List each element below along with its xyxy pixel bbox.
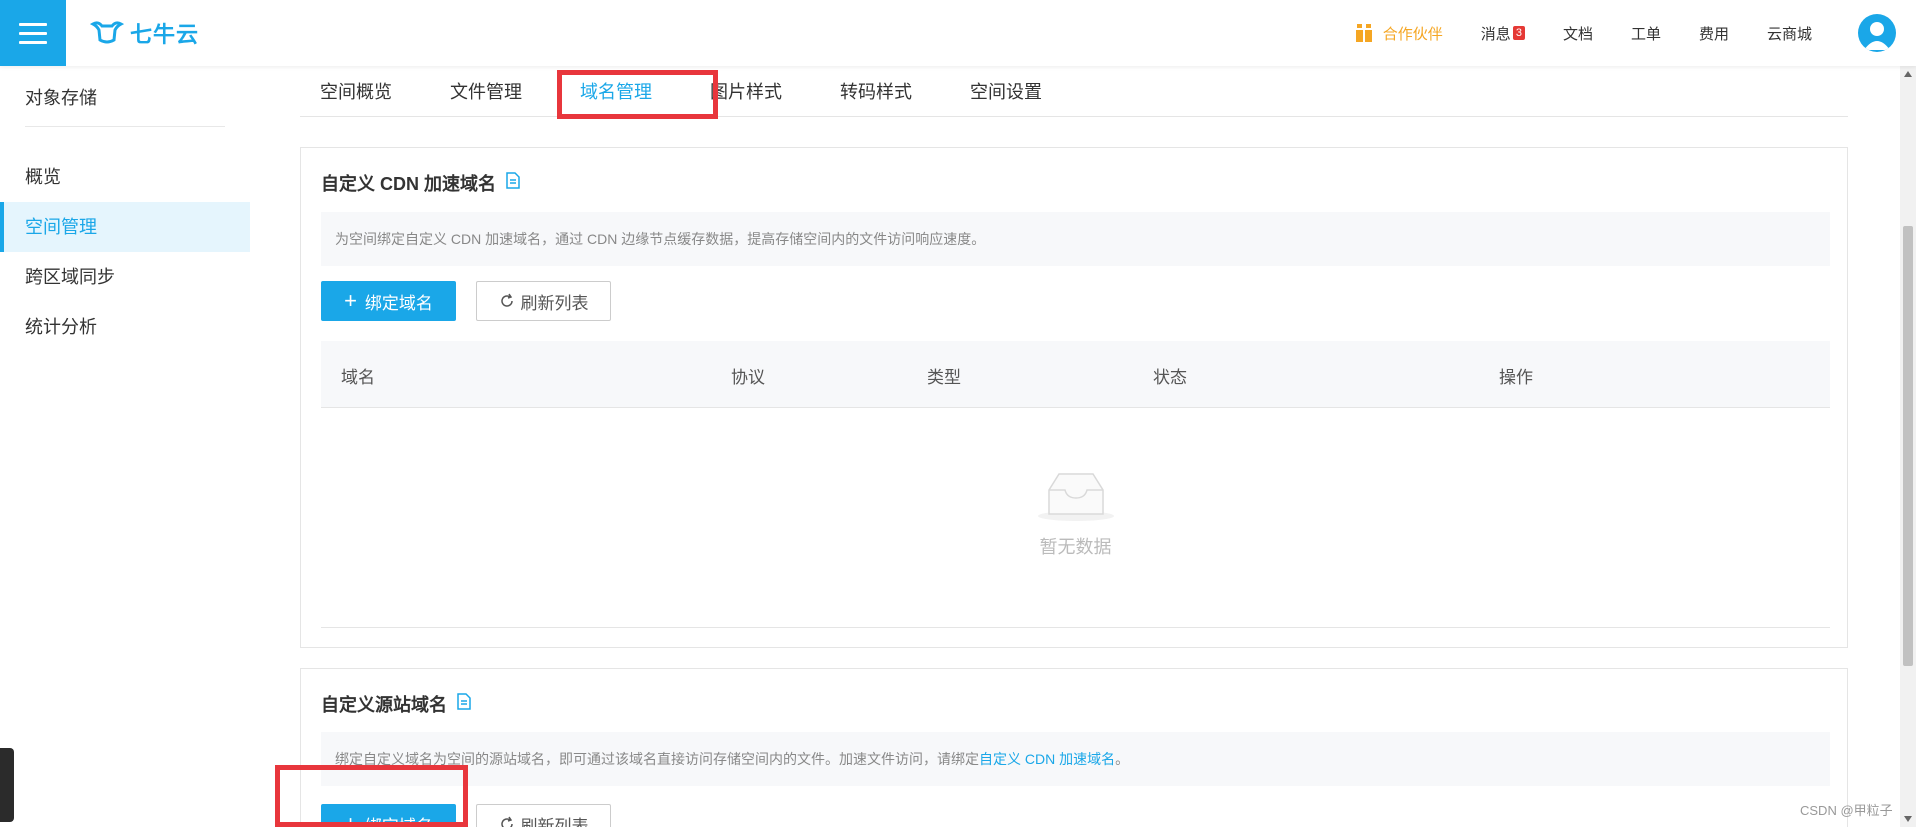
- tab-domain-management[interactable]: 域名管理: [580, 78, 652, 104]
- column-protocol: 协议: [731, 368, 765, 387]
- refresh-icon: [500, 816, 513, 827]
- cdn-card-info: 为空间绑定自定义 CDN 加速域名，通过 CDN 边缘节点缓存数据，提高存储空间…: [321, 212, 1830, 266]
- sidebar: 对象存储 概览 空间管理 跨区域同步 统计分析: [0, 66, 250, 827]
- tab-image-styles[interactable]: 图片样式: [710, 78, 782, 104]
- plus-icon: +: [344, 288, 357, 313]
- main-content: 空间概览 文件管理 域名管理 图片样式 转码样式 空间设置 自定义 CDN 加速…: [250, 66, 1900, 827]
- sidebar-item-cross-region-sync[interactable]: 跨区域同步: [0, 252, 250, 302]
- scrollbar[interactable]: [1900, 66, 1916, 827]
- nav-billing[interactable]: 费用: [1699, 23, 1729, 44]
- cdn-domain-link[interactable]: 自定义 CDN 加速域名: [979, 751, 1115, 767]
- source-card-info: 绑定自定义域名为空间的源站域名，即可通过该域名直接访问存储空间内的文件。加速文件…: [321, 732, 1830, 786]
- tab-file-management[interactable]: 文件管理: [450, 78, 522, 104]
- source-info-suffix: 。: [1115, 751, 1130, 767]
- watermark: CSDN @甲粒子: [1800, 803, 1893, 818]
- source-card-title: 自定义源站域名: [321, 691, 471, 717]
- tab-bucket-overview[interactable]: 空间概览: [320, 78, 392, 104]
- user-icon: [1864, 22, 1890, 50]
- messages-badge: 3: [1512, 26, 1525, 40]
- cdn-card-title: 自定义 CDN 加速域名: [321, 170, 520, 196]
- nav-messages-label: 消息: [1480, 25, 1511, 43]
- bind-domain-label: 绑定域名: [364, 293, 433, 313]
- sidebar-item-overview[interactable]: 概览: [0, 152, 250, 202]
- nav-partner[interactable]: 合作伙伴: [1355, 23, 1443, 44]
- sidebar-divider: [25, 126, 225, 127]
- menu-icon[interactable]: [0, 0, 66, 66]
- empty-inbox-icon: [1037, 473, 1114, 521]
- bind-source-domain-button[interactable]: + 绑定域名: [321, 804, 456, 827]
- refresh-source-list-label: 刷新列表: [520, 816, 589, 827]
- scroll-down-icon[interactable]: [1904, 816, 1912, 822]
- avatar[interactable]: [1858, 14, 1896, 52]
- tab-transcode-styles[interactable]: 转码样式: [840, 78, 912, 104]
- column-domain: 域名: [341, 368, 375, 387]
- source-info-text: 绑定自定义域名为空间的源站域名，即可通过该域名直接访问存储空间内的文件。加速文件…: [335, 751, 979, 767]
- sidebar-item-statistics[interactable]: 统计分析: [0, 302, 250, 352]
- sidebar-title: 对象存储: [25, 88, 97, 108]
- column-status: 状态: [1153, 368, 1187, 387]
- bind-domain-button[interactable]: + 绑定域名: [321, 281, 456, 321]
- side-widget[interactable]: [0, 748, 14, 822]
- scroll-thumb[interactable]: [1903, 226, 1913, 666]
- empty-state: 暂无数据: [321, 468, 1830, 559]
- source-domain-card: 自定义源站域名 绑定自定义域名为空间的源站域名，即可通过该域名直接访问存储空间内…: [300, 668, 1848, 827]
- gift-icon: [1355, 23, 1373, 43]
- refresh-list-label: 刷新列表: [520, 293, 589, 313]
- bind-source-domain-label: 绑定域名: [364, 816, 433, 827]
- sidebar-item-bucket-management[interactable]: 空间管理: [0, 202, 250, 252]
- nav-market[interactable]: 云商城: [1767, 23, 1812, 44]
- source-card-title-text: 自定义源站域名: [321, 695, 447, 715]
- plus-icon: +: [344, 811, 357, 827]
- top-bar: 七牛云 合作伙伴 消息 3 文档 工单 费用 云商城: [0, 0, 1916, 66]
- scroll-up-icon[interactable]: [1904, 71, 1912, 77]
- empty-text: 暂无数据: [1039, 537, 1112, 557]
- top-nav: 合作伙伴 消息 3 文档 工单 费用 云商城: [1355, 0, 1916, 66]
- tab-bar: 空间概览 文件管理 域名管理 图片样式 转码样式 空间设置: [300, 66, 1848, 117]
- column-actions: 操作: [1499, 368, 1533, 387]
- cdn-domain-card: 自定义 CDN 加速域名 为空间绑定自定义 CDN 加速域名，通过 CDN 边缘…: [300, 147, 1848, 648]
- refresh-source-list-button[interactable]: 刷新列表: [476, 804, 611, 827]
- column-type: 类型: [927, 368, 961, 387]
- nav-docs[interactable]: 文档: [1563, 23, 1593, 44]
- refresh-icon: [500, 293, 513, 307]
- cdn-card-title-text: 自定义 CDN 加速域名: [321, 174, 496, 194]
- tab-bucket-settings[interactable]: 空间设置: [970, 78, 1042, 104]
- table-footer-line: [321, 627, 1830, 628]
- logo-text: 七牛云: [130, 22, 200, 47]
- refresh-list-button[interactable]: 刷新列表: [476, 281, 611, 321]
- document-icon[interactable]: [457, 693, 471, 715]
- document-icon[interactable]: [506, 172, 520, 194]
- logo[interactable]: 七牛云: [90, 18, 199, 48]
- domain-table-header: 域名 协议 类型 状态 操作: [321, 341, 1830, 408]
- nav-partner-label: 合作伙伴: [1382, 25, 1443, 43]
- nav-tickets[interactable]: 工单: [1631, 23, 1661, 44]
- logo-icon: [90, 21, 124, 44]
- nav-messages[interactable]: 消息 3: [1481, 23, 1525, 44]
